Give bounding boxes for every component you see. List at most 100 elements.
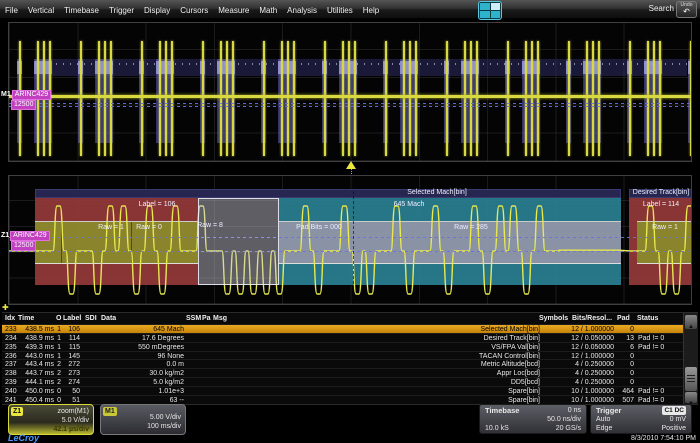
menu-item-timebase[interactable]: Timebase [59,3,104,15]
cell-time: 450.4 ms [18,397,54,404]
burst-line [110,41,112,156]
menu-item-vertical[interactable]: Vertical [23,3,59,15]
undo-button[interactable]: Undo ↶ [676,1,697,18]
main-waveform-grid[interactable] [8,22,692,162]
burst-line [690,41,692,156]
grid-pane [480,11,490,18]
decode-zone-text: Label = 114 [643,201,679,209]
col-header-symbols[interactable]: Symbols [539,315,568,322]
decode-threshold-line [9,251,691,252]
burst-line [629,41,631,156]
m1-decode-bitrate: 12500 [11,100,36,110]
trigger-mode: Auto [596,415,610,424]
scrollbar-thumb[interactable] [685,367,697,391]
undo-arrow-icon: ↶ [677,8,696,16]
timebase-samples: 10.0 kS [485,424,509,433]
z1-prefix: Z1 [1,232,9,239]
burst-line [226,41,228,156]
burst-line [324,41,326,156]
table-marker: ✚ [2,303,9,312]
trigger-slope: Positive [661,424,686,433]
burst-line [415,41,417,156]
burst-line [586,41,588,156]
decode-zone-text: Raw = 285 [454,224,488,232]
menu-item-utilities[interactable]: Utilities [322,3,358,15]
burst-line [403,41,405,156]
decode-table: Idx Time O Label SDI Data SSM Pa Msg Sym… [2,312,698,405]
menu-item-display[interactable]: Display [139,3,175,15]
menu-item-file[interactable]: File [0,3,23,15]
burst-line [98,41,100,156]
decode-zone-text: 645 Mach [394,201,425,209]
menu-item-trigger[interactable]: Trigger [104,3,139,15]
scroll-down-button[interactable]: ▼ [685,392,697,403]
cell-bits: 10 / 1.000000 [562,397,614,404]
decode-threshold-line [9,237,691,238]
burst-line [531,41,533,156]
scroll-up-button[interactable]: ▲ [685,315,697,329]
burst-line [598,41,600,156]
burst-line [385,41,387,156]
burst-line [342,41,344,156]
lecroy-logo: LeCroy [8,433,39,443]
col-header-ssm[interactable]: SSM [186,315,201,322]
trigger-type: Edge [596,424,612,433]
burst-line [220,41,222,156]
menu-items: FileVerticalTimebaseTriggerDisplayCursor… [0,0,384,17]
menu-item-help[interactable]: Help [358,3,384,15]
col-header-status[interactable]: Status [637,315,658,322]
trigger-position-marker[interactable] [346,161,356,169]
burst-line [263,41,265,156]
decode-threshold-line [9,103,691,104]
col-header-sdi[interactable]: SDI [85,315,97,322]
menu-item-analysis[interactable]: Analysis [282,3,322,15]
cell-pad: 507 [612,397,634,404]
menu-item-math[interactable]: Math [254,3,282,15]
burst-line [80,41,82,156]
burst-line [568,41,570,156]
m1-descriptor-box[interactable]: M1 5.00 V/div 100 ms/div [100,404,186,435]
grid-pane [480,3,490,10]
zoom-waveform-grid[interactable]: Label = 106645 MachLabel = 114Raw = 1Raw… [8,175,692,305]
col-header-o[interactable]: O [56,315,61,322]
z1-descriptor-box[interactable]: Z1 zoom(M1) 5.0 V/div 42.1 µs/div [8,404,94,435]
z1-waveform [9,176,691,304]
table-scrollbar[interactable]: ▲ ▼ [683,313,698,404]
col-header-data[interactable]: Data [101,315,116,322]
col-header-bits[interactable]: Bits/Resol... [572,315,612,322]
burst-line [647,41,649,156]
trigger-title: Trigger [596,406,621,415]
trigger-box[interactable]: TriggerC1 DC Auto0 mV EdgePositive [590,404,692,434]
col-header-pad[interactable]: Pad [617,315,630,322]
burst-line [476,41,478,156]
burst-line [293,41,295,156]
m1-badge: M1 [103,407,117,416]
timebase-title: Timebase [485,406,519,415]
burst-line [354,41,356,156]
m1-channel-label[interactable]: M1ARINC429 12500 [1,90,51,110]
burst-line [159,41,161,156]
col-header-pa[interactable]: Pa [202,315,211,322]
col-header-msg[interactable]: Msg [213,315,227,322]
col-header-idx[interactable]: Idx [5,315,15,322]
z1-badge: Z1 [11,407,23,416]
menu-item-cursors[interactable]: Cursors [175,3,213,15]
burst-line [141,41,143,156]
col-header-label[interactable]: Label [63,315,81,322]
col-header-time[interactable]: Time [18,315,34,322]
timebase-box[interactable]: Timebase0 ns 50.0 ns/div 10.0 kS20 GS/s [479,404,587,434]
timebase-rate: 20 GS/s [556,424,581,433]
z1-channel-label[interactable]: Z1ARINC429 12500 [1,231,50,251]
burst-line [592,41,594,156]
burst-line [104,41,106,156]
display-grid-icon[interactable] [478,1,502,20]
m1-prefix: M1 [1,91,11,98]
menu-item-measure[interactable]: Measure [213,3,254,15]
trigger-level: 0 mV [670,415,686,424]
burst-line [470,41,472,156]
z1-source: zoom(M1) [13,407,89,416]
decode-zone-text: Raw = 8 [197,222,223,230]
grid-pane [491,11,501,18]
burst-line [348,41,350,156]
search-menu-item[interactable]: Search [649,4,674,13]
